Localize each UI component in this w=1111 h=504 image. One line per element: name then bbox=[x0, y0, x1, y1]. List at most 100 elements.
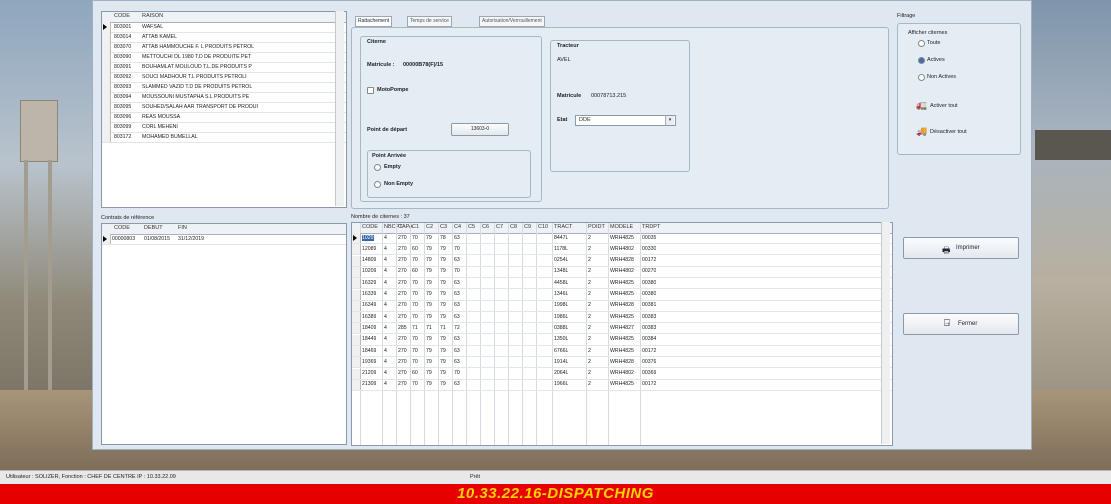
col-header-c3[interactable]: C3 bbox=[440, 224, 447, 230]
point-depart-button[interactable]: 13603-0 bbox=[451, 123, 509, 136]
row-selector[interactable] bbox=[352, 289, 361, 300]
table-row[interactable]: 12089 4 270 60 79 79 70 1178L 2 WRH4802 00330 bbox=[352, 244, 892, 256]
table-row[interactable]: 14809 4 270 70 79 79 63 0254L 2 WRH4828 00172 bbox=[352, 255, 892, 267]
col-header-c6[interactable]: C6 bbox=[482, 224, 489, 230]
col-header-c8[interactable]: C8 bbox=[510, 224, 517, 230]
row-selector[interactable] bbox=[352, 357, 361, 368]
cell-raison: ATTAB HAMMOUCHE F. L PRODUITS PETROL bbox=[142, 43, 255, 50]
table-row[interactable]: 803172 MOHAMED BUMELLAL bbox=[102, 132, 346, 143]
table-row[interactable]: 18449 4 270 70 79 79 63 1350L 2 WRH4825 00384 bbox=[352, 334, 892, 346]
tab-autorisation[interactable]: Autorisation/Verrouillement bbox=[479, 16, 545, 27]
contrats-grid[interactable]: CODE DEBUT FIN 00000803 01/08/2015 31/12… bbox=[101, 223, 347, 445]
col-header-debut[interactable]: DEBUT bbox=[144, 225, 163, 231]
table-row[interactable]: 18409 4 285 71 71 71 72 0388L 2 WRH4827 00383 bbox=[352, 323, 892, 335]
non-empty-label: Non Empty bbox=[384, 181, 414, 187]
cell-code: 16339 bbox=[362, 291, 377, 297]
col-header-tract[interactable]: TRACT bbox=[554, 224, 572, 230]
col-header-c10[interactable]: C10 bbox=[538, 224, 548, 230]
cell-c1: 70 bbox=[412, 291, 418, 297]
row-selector[interactable] bbox=[352, 244, 361, 255]
activer-button[interactable]: 🚛 Activer tout bbox=[916, 100, 1008, 112]
table-row[interactable]: 00000803 01/08/2015 31/12/2019 bbox=[102, 234, 346, 245]
row-selector[interactable] bbox=[102, 122, 111, 132]
col-header-fin[interactable]: FIN bbox=[178, 225, 187, 231]
table-row[interactable]: 16389 4 270 70 79 79 63 1986L 2 WRH4825 00383 bbox=[352, 312, 892, 324]
filter-actives-radio[interactable] bbox=[918, 57, 925, 64]
row-selector[interactable] bbox=[352, 379, 361, 390]
citernes-count: Nombre de citernes : 37 bbox=[351, 214, 410, 220]
non-empty-radio[interactable] bbox=[374, 181, 381, 188]
table-row[interactable]: 18469 4 270 70 79 79 63 6766L 2 WRH4825 00172 bbox=[352, 346, 892, 357]
col-header-c9[interactable]: C9 bbox=[524, 224, 531, 230]
col-header-c1[interactable]: C1 bbox=[412, 224, 419, 230]
col-header-modele[interactable]: MODELE bbox=[610, 224, 633, 230]
fermer-button[interactable]: ⍈ Fermer bbox=[903, 313, 1019, 335]
col-header-code[interactable]: CODE bbox=[114, 13, 130, 19]
entreprises-scrollbar[interactable] bbox=[335, 11, 344, 206]
filter-toute-radio[interactable] bbox=[918, 40, 925, 47]
row-selector[interactable] bbox=[352, 346, 361, 356]
row-selector[interactable] bbox=[102, 112, 111, 122]
table-row[interactable]: 16329 4 270 70 79 79 63 4458L 2 WRH4825 00380 bbox=[352, 278, 892, 290]
citernes-grid[interactable]: CODE NBCPT CAPA C1 C2 C3 C4 C5 C6 C7 C8 C9 C10 TRACT P… bbox=[351, 222, 893, 446]
empty-radio[interactable] bbox=[374, 164, 381, 171]
table-row[interactable]: 21209 4 270 60 79 79 70 2064L 2 WRH4802 00369 bbox=[352, 368, 892, 380]
row-selector[interactable] bbox=[352, 323, 361, 334]
row-selector[interactable] bbox=[102, 62, 111, 72]
table-row[interactable]: 21309 4 270 70 79 79 63 1966L 2 WRH4825 00172 bbox=[352, 379, 892, 391]
cell-trdpt: 00381 bbox=[642, 302, 657, 309]
cell-tract: 1350L bbox=[554, 336, 569, 343]
chevron-down-icon[interactable]: ▾ bbox=[665, 116, 674, 125]
row-selector[interactable] bbox=[102, 82, 111, 92]
row-selector[interactable] bbox=[352, 312, 361, 323]
tab-rattachement[interactable]: Rattachement bbox=[355, 16, 393, 27]
col-header-c5[interactable]: C5 bbox=[468, 224, 475, 230]
col-header-raison[interactable]: RAISON bbox=[142, 13, 163, 19]
cell-modele: WRH4825 bbox=[610, 347, 634, 354]
table-row[interactable]: 19369 4 270 70 79 79 63 1914L 2 WRH4828 00376 bbox=[352, 357, 892, 369]
col-header-c2[interactable]: C2 bbox=[426, 224, 433, 230]
row-selector[interactable] bbox=[102, 22, 111, 32]
row-selector[interactable] bbox=[352, 255, 361, 266]
row-selector[interactable] bbox=[102, 102, 111, 112]
entreprises-grid[interactable]: CODE RAISON 803001 WAFSAL 803014 ATTAB KAME… bbox=[101, 11, 347, 208]
row-selector[interactable] bbox=[102, 42, 111, 52]
row-selector[interactable] bbox=[102, 132, 111, 142]
cell-modele: WRH4825 bbox=[610, 234, 634, 241]
tab-temps-service[interactable]: Temps de service bbox=[407, 16, 452, 27]
col-header-poidt[interactable]: POIDT bbox=[588, 224, 605, 230]
row-selector[interactable] bbox=[352, 334, 361, 345]
row-selector[interactable] bbox=[352, 233, 361, 243]
row-selector[interactable] bbox=[352, 266, 361, 277]
filter-nonactives-radio[interactable] bbox=[918, 74, 925, 81]
etat-select[interactable]: DDE ▾ bbox=[575, 115, 676, 126]
col-header-code[interactable]: CODE bbox=[362, 224, 378, 230]
motopompe-checkbox[interactable] bbox=[367, 87, 374, 94]
row-selector[interactable] bbox=[352, 300, 361, 311]
table-row[interactable]: 10209 4 270 60 79 79 70 1348L 2 WRH4802 00270 bbox=[352, 266, 892, 278]
col-header-code[interactable]: CODE bbox=[114, 225, 130, 231]
row-selector[interactable] bbox=[102, 92, 111, 102]
cell-c4: 63 bbox=[454, 381, 460, 388]
cell-trdpt: 00172 bbox=[642, 381, 657, 388]
desactiver-button[interactable]: 🚚 Désactiver tout bbox=[916, 126, 1016, 138]
citernes-scrollbar[interactable] bbox=[881, 222, 890, 444]
row-selector[interactable] bbox=[102, 32, 111, 42]
tracteur-group: Tracteur AVEL Matricule 00078713.215 Eta… bbox=[550, 40, 690, 172]
table-row[interactable]: 1029 4 270 70 79 78 63 8447L 2 WRH4825 00035 bbox=[352, 233, 892, 244]
cell-capa: 285 bbox=[398, 324, 407, 331]
cell-c2: 79 bbox=[426, 336, 432, 343]
cell-c3: 79 bbox=[440, 279, 446, 286]
citerne-title: Citerne bbox=[367, 39, 386, 45]
imprimer-button[interactable]: 🖶 Imprimer bbox=[903, 237, 1019, 259]
table-row[interactable]: 16349 4 270 70 79 79 63 1998L 2 WRH4828 00381 bbox=[352, 300, 892, 312]
col-header-c7[interactable]: C7 bbox=[496, 224, 503, 230]
col-header-c4[interactable]: C4 bbox=[454, 224, 461, 230]
table-row[interactable]: 16339 4 270 70 79 79 63 1346L 2 WRH4825 00380 bbox=[352, 289, 892, 301]
row-selector[interactable] bbox=[102, 52, 111, 62]
row-selector[interactable] bbox=[352, 368, 361, 379]
col-header-trdpt[interactable]: TRDPT bbox=[642, 224, 660, 230]
row-selector[interactable] bbox=[102, 72, 111, 82]
cell-raison: REAS MOUSSA bbox=[142, 113, 181, 120]
row-selector[interactable] bbox=[352, 278, 361, 289]
